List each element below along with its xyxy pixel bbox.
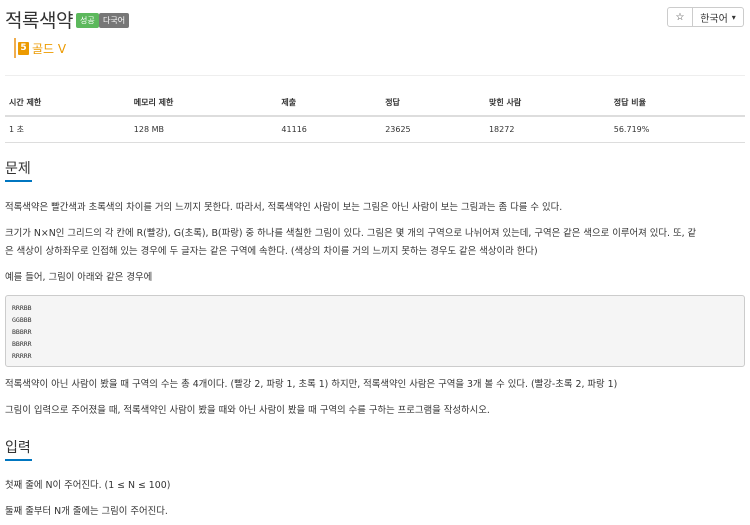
section-heading-input: 입력 (5, 440, 31, 456)
star-button[interactable]: ☆ (667, 7, 693, 27)
heading-underline (5, 180, 32, 182)
problem-paragraph: 적록색약은 빨간색과 초록색의 차이를 거의 느끼지 못한다. 따라서, 적록색… (5, 202, 563, 213)
cell-solvers: 18272 (484, 116, 610, 143)
input-paragraph: 첫째 줄에 N이 주어진다. (1 ≤ N ≤ 100) (5, 480, 171, 491)
problem-paragraph: 그림이 입력으로 주어졌을 때, 적록색약인 사람이 봤을 때와 아닌 사람이 … (5, 405, 490, 416)
cell-ratio: 56.719% (609, 116, 745, 143)
problem-paragraph: 적록색약이 아닌 사람이 봤을 때 구역의 수는 총 4개이다. (빨강 2, … (5, 379, 618, 390)
grid-row: BBRRR (12, 340, 32, 348)
header-ratio: 정답 비율 (609, 92, 745, 117)
problem-paragraph: 크기가 N×N인 그리드의 각 칸에 R(빨강), G(초록), B(파랑) 중… (5, 228, 697, 239)
header-solvers: 맞힌 사람 (484, 92, 610, 117)
language-label: 한국어 (700, 13, 728, 25)
grid-example: RRRBB GGBBB BBBRR BBRRR RRRRR (5, 295, 745, 367)
multilingual-badge: 다국어 (99, 13, 130, 28)
header-time-limit: 시간 제한 (5, 92, 130, 117)
cell-accepted: 23625 (381, 116, 485, 143)
header-accepted: 정답 (381, 92, 485, 117)
problem-paragraph: 은 색상이 상하좌우로 인접해 있는 경우에 두 글자는 같은 구역에 속한다.… (5, 246, 538, 257)
header-memory-limit: 메모리 제한 (129, 92, 278, 117)
tier-link[interactable]: 5 골드 V (14, 38, 66, 58)
star-icon: ☆ (675, 11, 685, 23)
heading-underline (5, 459, 32, 461)
table-header-row: 시간 제한 메모리 제한 제출 정답 맞힌 사람 정답 비율 (5, 92, 745, 117)
cell-time-limit: 1 초 (5, 116, 130, 143)
language-dropdown[interactable]: 한국어 ▾ (693, 7, 744, 27)
problem-paragraph: 예를 들어, 그림이 아래와 같은 경우에 (5, 272, 153, 283)
tier-label: 골드 V (32, 41, 67, 56)
divider (5, 75, 745, 76)
section-heading-problem: 문제 (5, 161, 31, 177)
header-submissions: 제출 (277, 92, 382, 117)
chevron-down-icon: ▾ (731, 12, 736, 22)
problem-info-table: 시간 제한 메모리 제한 제출 정답 맞힌 사람 정답 비율 1 초 128 M… (5, 92, 745, 143)
tier-icon: 5 (18, 41, 29, 55)
grid-row: RRRRR (12, 352, 32, 360)
input-paragraph: 둘째 줄부터 N개 줄에는 그림이 주어진다. (5, 506, 168, 517)
grid-row: RRRBB (12, 304, 32, 312)
cell-memory-limit: 128 MB (129, 116, 278, 143)
table-row: 1 초 128 MB 41116 23625 18272 56.719% (5, 116, 745, 143)
grid-row: BBBRR (12, 328, 32, 336)
problem-title: 적록색약 (5, 10, 73, 32)
cell-submissions: 41116 (277, 116, 382, 143)
success-badge: 성공 (76, 13, 99, 28)
grid-row: GGBBB (12, 316, 32, 324)
toolbar: ☆ 한국어 ▾ (667, 7, 744, 27)
